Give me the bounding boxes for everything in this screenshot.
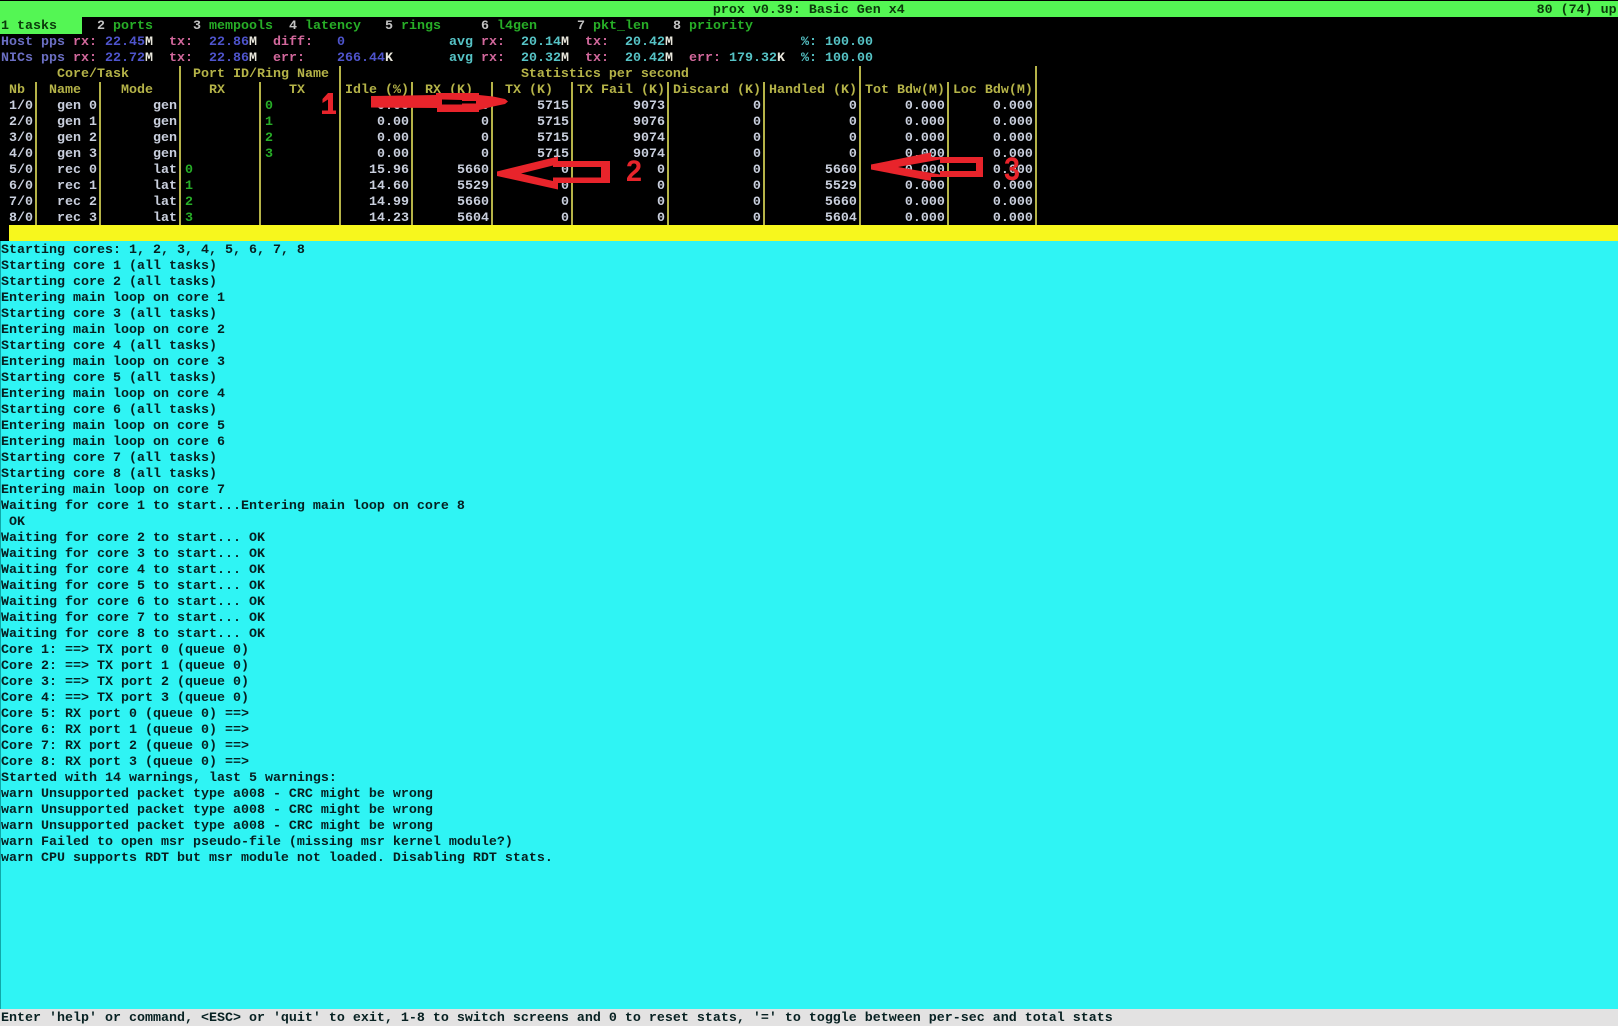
svg-text:3: 3 xyxy=(1004,151,1020,187)
svg-text:2: 2 xyxy=(626,155,642,188)
